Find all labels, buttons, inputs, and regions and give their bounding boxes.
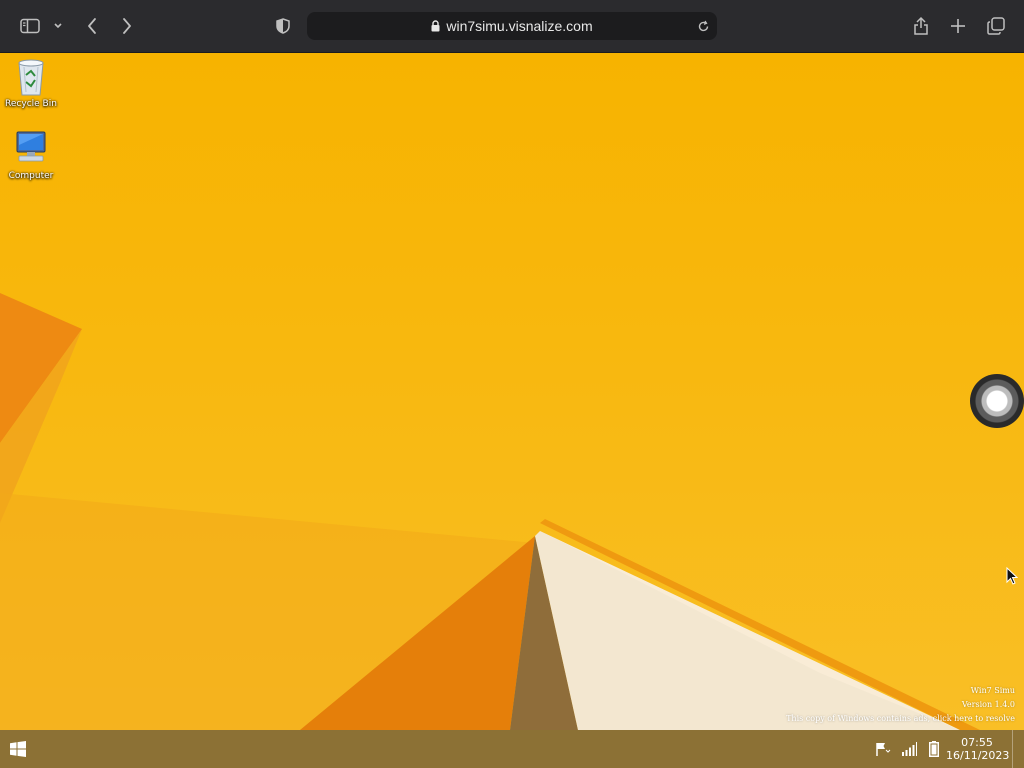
flag-icon[interactable]	[874, 740, 892, 758]
signal-icon[interactable]	[900, 740, 918, 758]
address-bar[interactable]: win7simu.visnalize.com	[307, 12, 717, 40]
battery-icon[interactable]	[925, 740, 943, 758]
plus-icon[interactable]	[946, 14, 970, 38]
sidebar-icon[interactable]	[18, 14, 42, 38]
watermark-title: Win7 Simu	[970, 686, 1015, 695]
desktop[interactable]: Recycle Bin Computer Win7 Simu Version 1…	[0, 53, 1024, 730]
recycle-bin-icon	[13, 57, 49, 97]
desktop-icon-label: Computer	[8, 171, 54, 181]
desktop-icon-computer[interactable]: Computer	[1, 129, 61, 181]
computer-icon	[13, 129, 49, 169]
taskbar-clock[interactable]: 07:55 16/11/2023	[946, 736, 1010, 762]
windows-logo-icon	[10, 741, 26, 757]
back-arrow-icon[interactable]	[80, 14, 104, 38]
start-button[interactable]	[0, 730, 36, 768]
taskbar: 07:55 16/11/2023	[0, 730, 1024, 768]
lock-icon	[431, 20, 440, 32]
wallpaper	[0, 293, 980, 730]
tabs-icon[interactable]	[984, 14, 1008, 38]
forward-arrow-icon[interactable]	[115, 14, 139, 38]
shield-icon[interactable]	[271, 14, 295, 38]
screen: win7simu.visnalize.com Recycle Bin Compu…	[0, 0, 1024, 768]
browser-toolbar: win7simu.visnalize.com	[0, 0, 1024, 53]
activation-watermark[interactable]: Win7 Simu Version 1.4.0 This copy of Win…	[786, 684, 1015, 726]
reload-icon[interactable]	[695, 18, 711, 34]
chevron-down-icon[interactable]	[47, 14, 69, 38]
desktop-icon-label: Recycle Bin	[5, 99, 57, 109]
mouse-pointer-icon	[1006, 566, 1019, 590]
desktop-icon-recycle-bin[interactable]: Recycle Bin	[1, 57, 61, 109]
watermark-version: Version 1.4.0	[961, 700, 1015, 709]
url-text: win7simu.visnalize.com	[446, 18, 593, 34]
show-desktop-button[interactable]	[1012, 730, 1024, 768]
watermark-notice[interactable]: This copy of Windows contains ads, click…	[786, 712, 1015, 726]
share-icon[interactable]	[909, 14, 933, 38]
clock-time: 07:55	[961, 736, 993, 749]
floating-assist-button[interactable]	[970, 374, 1024, 428]
clock-date: 16/11/2023	[946, 749, 1010, 762]
